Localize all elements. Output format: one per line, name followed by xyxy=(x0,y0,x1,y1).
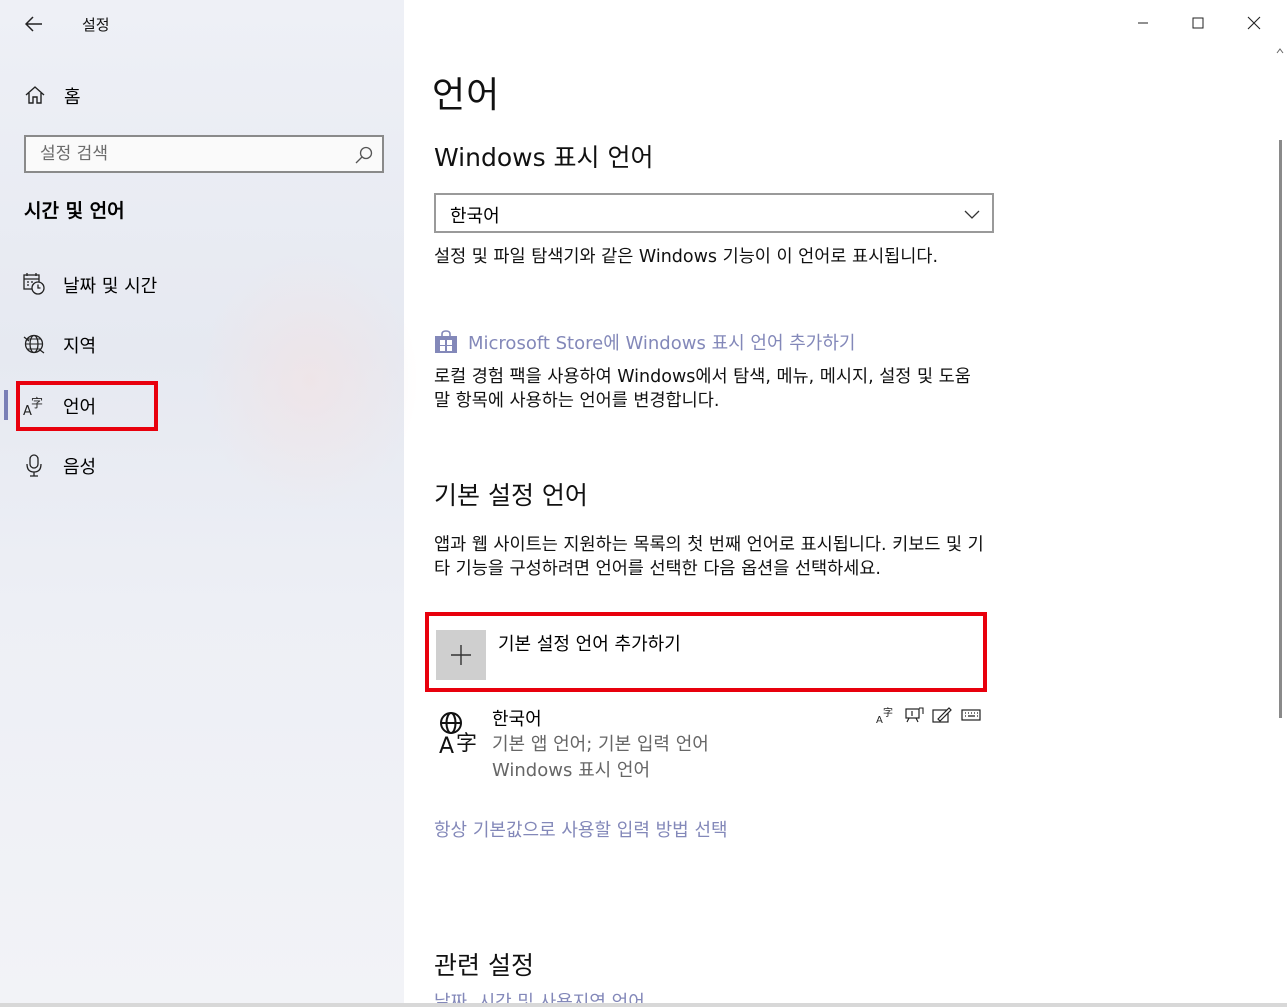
sidebar-item-label: 지역 xyxy=(63,336,97,357)
keyboard-icon xyxy=(961,709,981,721)
search-input[interactable] xyxy=(26,137,346,171)
related-settings-heading: 관련 설정 xyxy=(434,951,534,980)
section-title: 시간 및 언어 xyxy=(24,200,125,222)
close-icon xyxy=(1247,16,1261,30)
handwriting-icon xyxy=(932,707,952,723)
language-pack-icon: A 字 xyxy=(876,706,893,724)
display-language-description: 설정 및 파일 탐색기와 같은 Windows 기능이 이 언어로 표시됩니다. xyxy=(434,247,939,267)
store-bag-icon xyxy=(435,330,457,353)
language-detail: 기본 앱 언어; 기본 입력 언어 xyxy=(492,734,709,755)
add-language-button[interactable]: 기본 설정 언어 추가하기 xyxy=(434,628,984,682)
language-detail: Windows 표시 언어 xyxy=(492,760,651,781)
add-language-tile xyxy=(436,630,486,680)
microsoft-store-link-label: Microsoft Store에 Windows 표시 언어 추가하기 xyxy=(468,333,856,354)
language-name: 한국어 xyxy=(492,709,542,730)
svg-text:字: 字 xyxy=(456,731,477,754)
input-method-link[interactable]: 항상 기본값으로 사용할 입력 방법 선택 xyxy=(434,816,728,842)
svg-text:字: 字 xyxy=(883,706,893,719)
close-button[interactable] xyxy=(1226,0,1282,46)
display-language-dropdown[interactable]: 한국어 xyxy=(434,193,994,233)
list-item-language[interactable]: A 字 한국어 기본 앱 언어; 기본 입력 언어 Windows 표시 언어 … xyxy=(434,702,986,786)
scroll-up-arrow-icon[interactable] xyxy=(1276,47,1284,55)
store-description: 로컬 경험 팩을 사용하여 Windows에서 탐색, 메뉴, 메시지, 설정 … xyxy=(434,367,971,411)
minimize-icon xyxy=(1138,22,1148,24)
display-language-value: 한국어 xyxy=(450,206,500,227)
display-language-heading: Windows 표시 언어 xyxy=(434,143,654,172)
chevron-down-icon xyxy=(964,210,980,219)
scrollbar-thumb[interactable] xyxy=(1279,140,1282,718)
svg-text:A: A xyxy=(439,734,454,754)
minimize-button[interactable] xyxy=(1115,0,1171,46)
globe-icon xyxy=(23,334,45,354)
maximize-button[interactable] xyxy=(1170,0,1226,46)
sidebar: 설정 홈 시간 및 언어 날짜 및 시간 지역 xyxy=(0,0,420,1007)
sidebar-home[interactable]: 홈 xyxy=(0,74,404,114)
microsoft-store-link[interactable]: Microsoft Store에 Windows 표시 언어 추가하기 xyxy=(434,328,856,356)
sidebar-item-language[interactable]: A 字 언어 xyxy=(0,380,404,430)
sidebar-item-date-time[interactable]: 날짜 및 시간 xyxy=(0,259,404,309)
app-title: 설정 xyxy=(82,16,110,34)
calendar-clock-icon xyxy=(23,273,45,295)
sidebar-home-label: 홈 xyxy=(64,87,81,108)
svg-text:A: A xyxy=(876,715,883,724)
search-box[interactable] xyxy=(24,135,384,173)
add-language-label: 기본 설정 언어 추가하기 xyxy=(498,634,681,655)
search-icon[interactable] xyxy=(354,145,374,165)
taskbar-edge xyxy=(0,1003,1287,1007)
preferred-languages-description: 앱과 웹 사이트는 지원하는 목록의 첫 번째 언어로 표시됩니다. 키보드 및… xyxy=(434,535,984,579)
language-icon: A 字 xyxy=(23,395,43,417)
back-arrow-icon xyxy=(25,16,42,32)
maximize-icon xyxy=(1192,17,1204,29)
sidebar-item-label: 날짜 및 시간 xyxy=(63,276,158,297)
sidebar-item-speech[interactable]: 음성 xyxy=(0,440,404,490)
microphone-icon xyxy=(26,454,42,477)
page-title: 언어 xyxy=(432,75,501,116)
preferred-languages-heading: 기본 설정 언어 xyxy=(434,481,588,510)
home-icon xyxy=(25,86,45,104)
speech-icon xyxy=(905,707,924,723)
sidebar-item-label: 언어 xyxy=(63,397,97,418)
svg-text:字: 字 xyxy=(31,395,43,410)
language-globe-icon: A 字 xyxy=(439,712,477,754)
back-button[interactable] xyxy=(16,8,52,40)
sidebar-item-region[interactable]: 지역 xyxy=(0,319,404,369)
sidebar-item-label: 음성 xyxy=(63,457,97,478)
plus-icon xyxy=(451,645,471,665)
